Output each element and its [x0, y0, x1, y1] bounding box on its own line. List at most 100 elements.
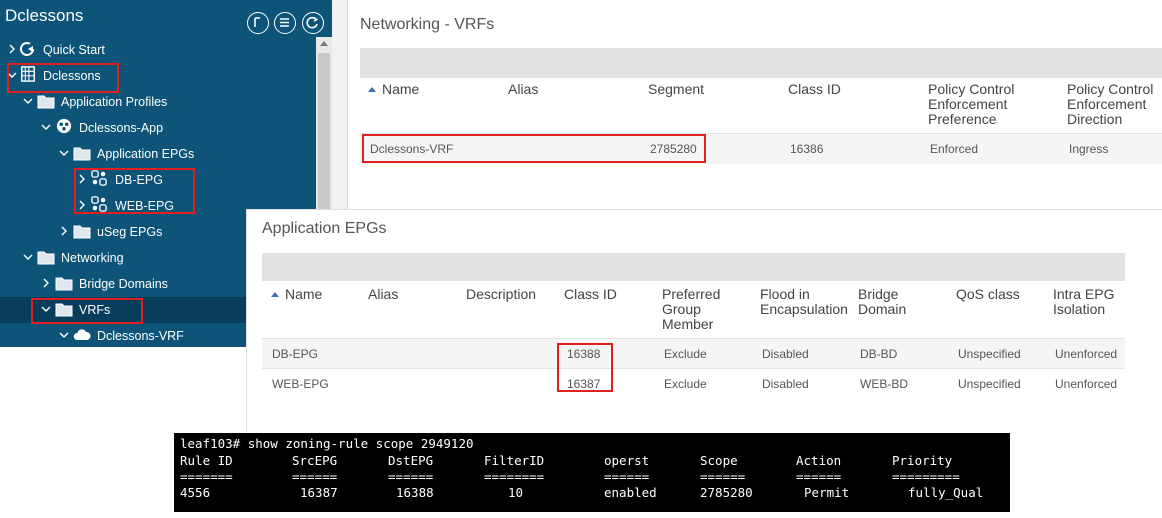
- epg-name-cell[interactable]: WEB-EPG: [272, 377, 329, 391]
- cli-separator: ========: [484, 469, 545, 484]
- cli-terminal: leaf103# show zoning-rule scope 2949120 …: [174, 433, 1010, 512]
- epg-intra-epg-cell: Unenforced: [1055, 377, 1118, 391]
- cli-header: operst: [604, 453, 650, 468]
- folder-icon: [37, 95, 55, 109]
- cli-header: FilterID: [484, 453, 545, 468]
- vrf-col-pc-direction-header[interactable]: Policy Control Enforcement Direction: [1067, 82, 1153, 127]
- sort-ascending-icon: [271, 292, 279, 297]
- epg-col-class-id-header[interactable]: Class ID: [564, 287, 617, 302]
- epg-col-name-header[interactable]: Name: [271, 287, 322, 302]
- vrf-pc-direction-cell: Ingress: [1069, 142, 1109, 156]
- epg-flood-cell: Disabled: [762, 377, 809, 391]
- vrf-toolbar: [360, 48, 1162, 78]
- epg-preferred-cell: Exclude: [664, 347, 707, 361]
- tree-item-app-profile[interactable]: Dclessons-App: [0, 115, 316, 141]
- folder-icon: [37, 251, 55, 265]
- epg-bridge-domain-cell[interactable]: WEB-BD: [860, 377, 908, 391]
- sidebar-title: Dclessons: [5, 6, 84, 25]
- sidebar-list-button[interactable]: [274, 12, 296, 34]
- epg-flood-cell: Disabled: [762, 347, 809, 361]
- epg-intra-epg-cell: Unenforced: [1055, 347, 1118, 361]
- epg-qos-cell: Unspecified: [958, 347, 1021, 361]
- table-row[interactable]: WEB-EPG 16387 Exclude Disabled WEB-BD Un…: [262, 368, 1125, 398]
- cli-separator: ======: [604, 469, 650, 484]
- chevron-down-icon[interactable]: [40, 120, 52, 134]
- tree-item-label: Networking: [61, 251, 124, 265]
- tree-item-label: uSeg EPGs: [97, 225, 163, 239]
- table-row[interactable]: DB-EPG 16388 Exclude Disabled DB-BD Unsp…: [262, 338, 1125, 368]
- folder-icon: [73, 225, 91, 239]
- tree-item-label: Application EPGs: [97, 147, 195, 161]
- epg-col-description-header[interactable]: Description: [466, 287, 536, 302]
- vrf-col-alias-header[interactable]: Alias: [508, 82, 538, 97]
- chevron-down-icon[interactable]: [22, 94, 34, 108]
- cli-separator: ======: [388, 469, 434, 484]
- highlight-box-tenant: [7, 63, 119, 93]
- highlight-box-vrf-segment: [362, 134, 706, 163]
- epg-panel-title: Application EPGs: [262, 220, 387, 237]
- folder-icon: [55, 277, 73, 291]
- vrf-col-pc-preference-header[interactable]: Policy Control Enforcement Preference: [928, 82, 1014, 127]
- epg-name-cell[interactable]: DB-EPG: [272, 347, 318, 361]
- pin-icon: [254, 17, 260, 27]
- cli-value: Permit: [804, 485, 850, 500]
- highlight-box-vrfs: [31, 298, 143, 324]
- chevron-right-icon[interactable]: [6, 42, 18, 56]
- vrf-col-name-header[interactable]: Name: [368, 82, 419, 97]
- cli-header: Rule ID: [180, 453, 233, 468]
- epg-col-qos-header[interactable]: QoS class: [956, 287, 1020, 302]
- vrf-col-class-id-header[interactable]: Class ID: [788, 82, 841, 97]
- epg-toolbar: [262, 253, 1125, 281]
- tree-item-label: Dclessons-App: [79, 121, 164, 135]
- epg-col-preferred-header[interactable]: Preferred Group Member: [662, 287, 720, 332]
- vrf-col-segment-header[interactable]: Segment: [648, 82, 704, 97]
- sort-ascending-icon: [368, 87, 376, 92]
- tree-item-label: Bridge Domains: [79, 277, 168, 291]
- app-profile-icon: [56, 118, 72, 134]
- chevron-right-icon[interactable]: [40, 276, 52, 290]
- cli-value: 16387: [300, 485, 338, 500]
- tree-item-label: Quick Start: [43, 43, 105, 57]
- folder-icon: [73, 147, 91, 161]
- highlight-box-class-ids: [557, 343, 613, 392]
- vrf-panel: Networking - VRFs Name Alias Segment Cla…: [348, 0, 1162, 210]
- list-icon: [280, 18, 289, 27]
- cli-separator: =======: [180, 469, 233, 484]
- cli-value: 16388: [396, 485, 434, 500]
- cli-value: 2785280: [700, 485, 753, 500]
- cloud-icon: [73, 329, 91, 340]
- tree-item-application-epgs[interactable]: Application EPGs: [0, 141, 316, 167]
- cli-value: fully_Qual: [908, 485, 984, 500]
- epg-bridge-domain-cell[interactable]: DB-BD: [860, 347, 897, 361]
- epg-col-intra-epg-header[interactable]: Intra EPG Isolation: [1053, 287, 1114, 317]
- tree-item-quick-start[interactable]: Quick Start: [0, 37, 316, 63]
- cli-header: Scope: [700, 453, 738, 468]
- cli-separator: ======: [796, 469, 842, 484]
- sidebar-pin-button[interactable]: [247, 12, 269, 34]
- pane-splitter[interactable]: [332, 0, 348, 210]
- quick-start-icon: [20, 42, 34, 56]
- cli-separator: ======: [292, 469, 338, 484]
- chevron-down-icon[interactable]: [58, 328, 70, 342]
- highlight-box-epgs: [74, 168, 195, 214]
- chevron-down-icon[interactable]: [58, 146, 70, 160]
- cli-value: 4556: [180, 485, 211, 500]
- tree-item-label: Dclessons-VRF: [97, 329, 184, 343]
- vrf-panel-title: Networking - VRFs: [360, 16, 495, 33]
- tree-item-label: Application Profiles: [61, 95, 168, 109]
- chevron-right-icon[interactable]: [58, 224, 70, 238]
- cli-header: DstEPG: [388, 453, 434, 468]
- cli-header: Priority: [892, 453, 953, 468]
- epg-col-bridge-domain-header[interactable]: Bridge Domain: [858, 287, 906, 317]
- sidebar-refresh-button[interactable]: [302, 12, 324, 34]
- cli-command: leaf103# show zoning-rule scope 2949120: [180, 436, 474, 451]
- epg-col-flood-header[interactable]: Flood in Encapsulation: [760, 287, 848, 317]
- chevron-down-icon[interactable]: [22, 250, 34, 264]
- refresh-icon: [306, 16, 319, 29]
- cli-separator: =========: [892, 469, 960, 484]
- scroll-up-arrow-icon[interactable]: [320, 41, 328, 46]
- cli-value: 10: [508, 485, 524, 500]
- cli-value: enabled: [604, 485, 657, 500]
- epg-col-alias-header[interactable]: Alias: [368, 287, 398, 302]
- vrf-class-id-cell: 16386: [790, 142, 824, 156]
